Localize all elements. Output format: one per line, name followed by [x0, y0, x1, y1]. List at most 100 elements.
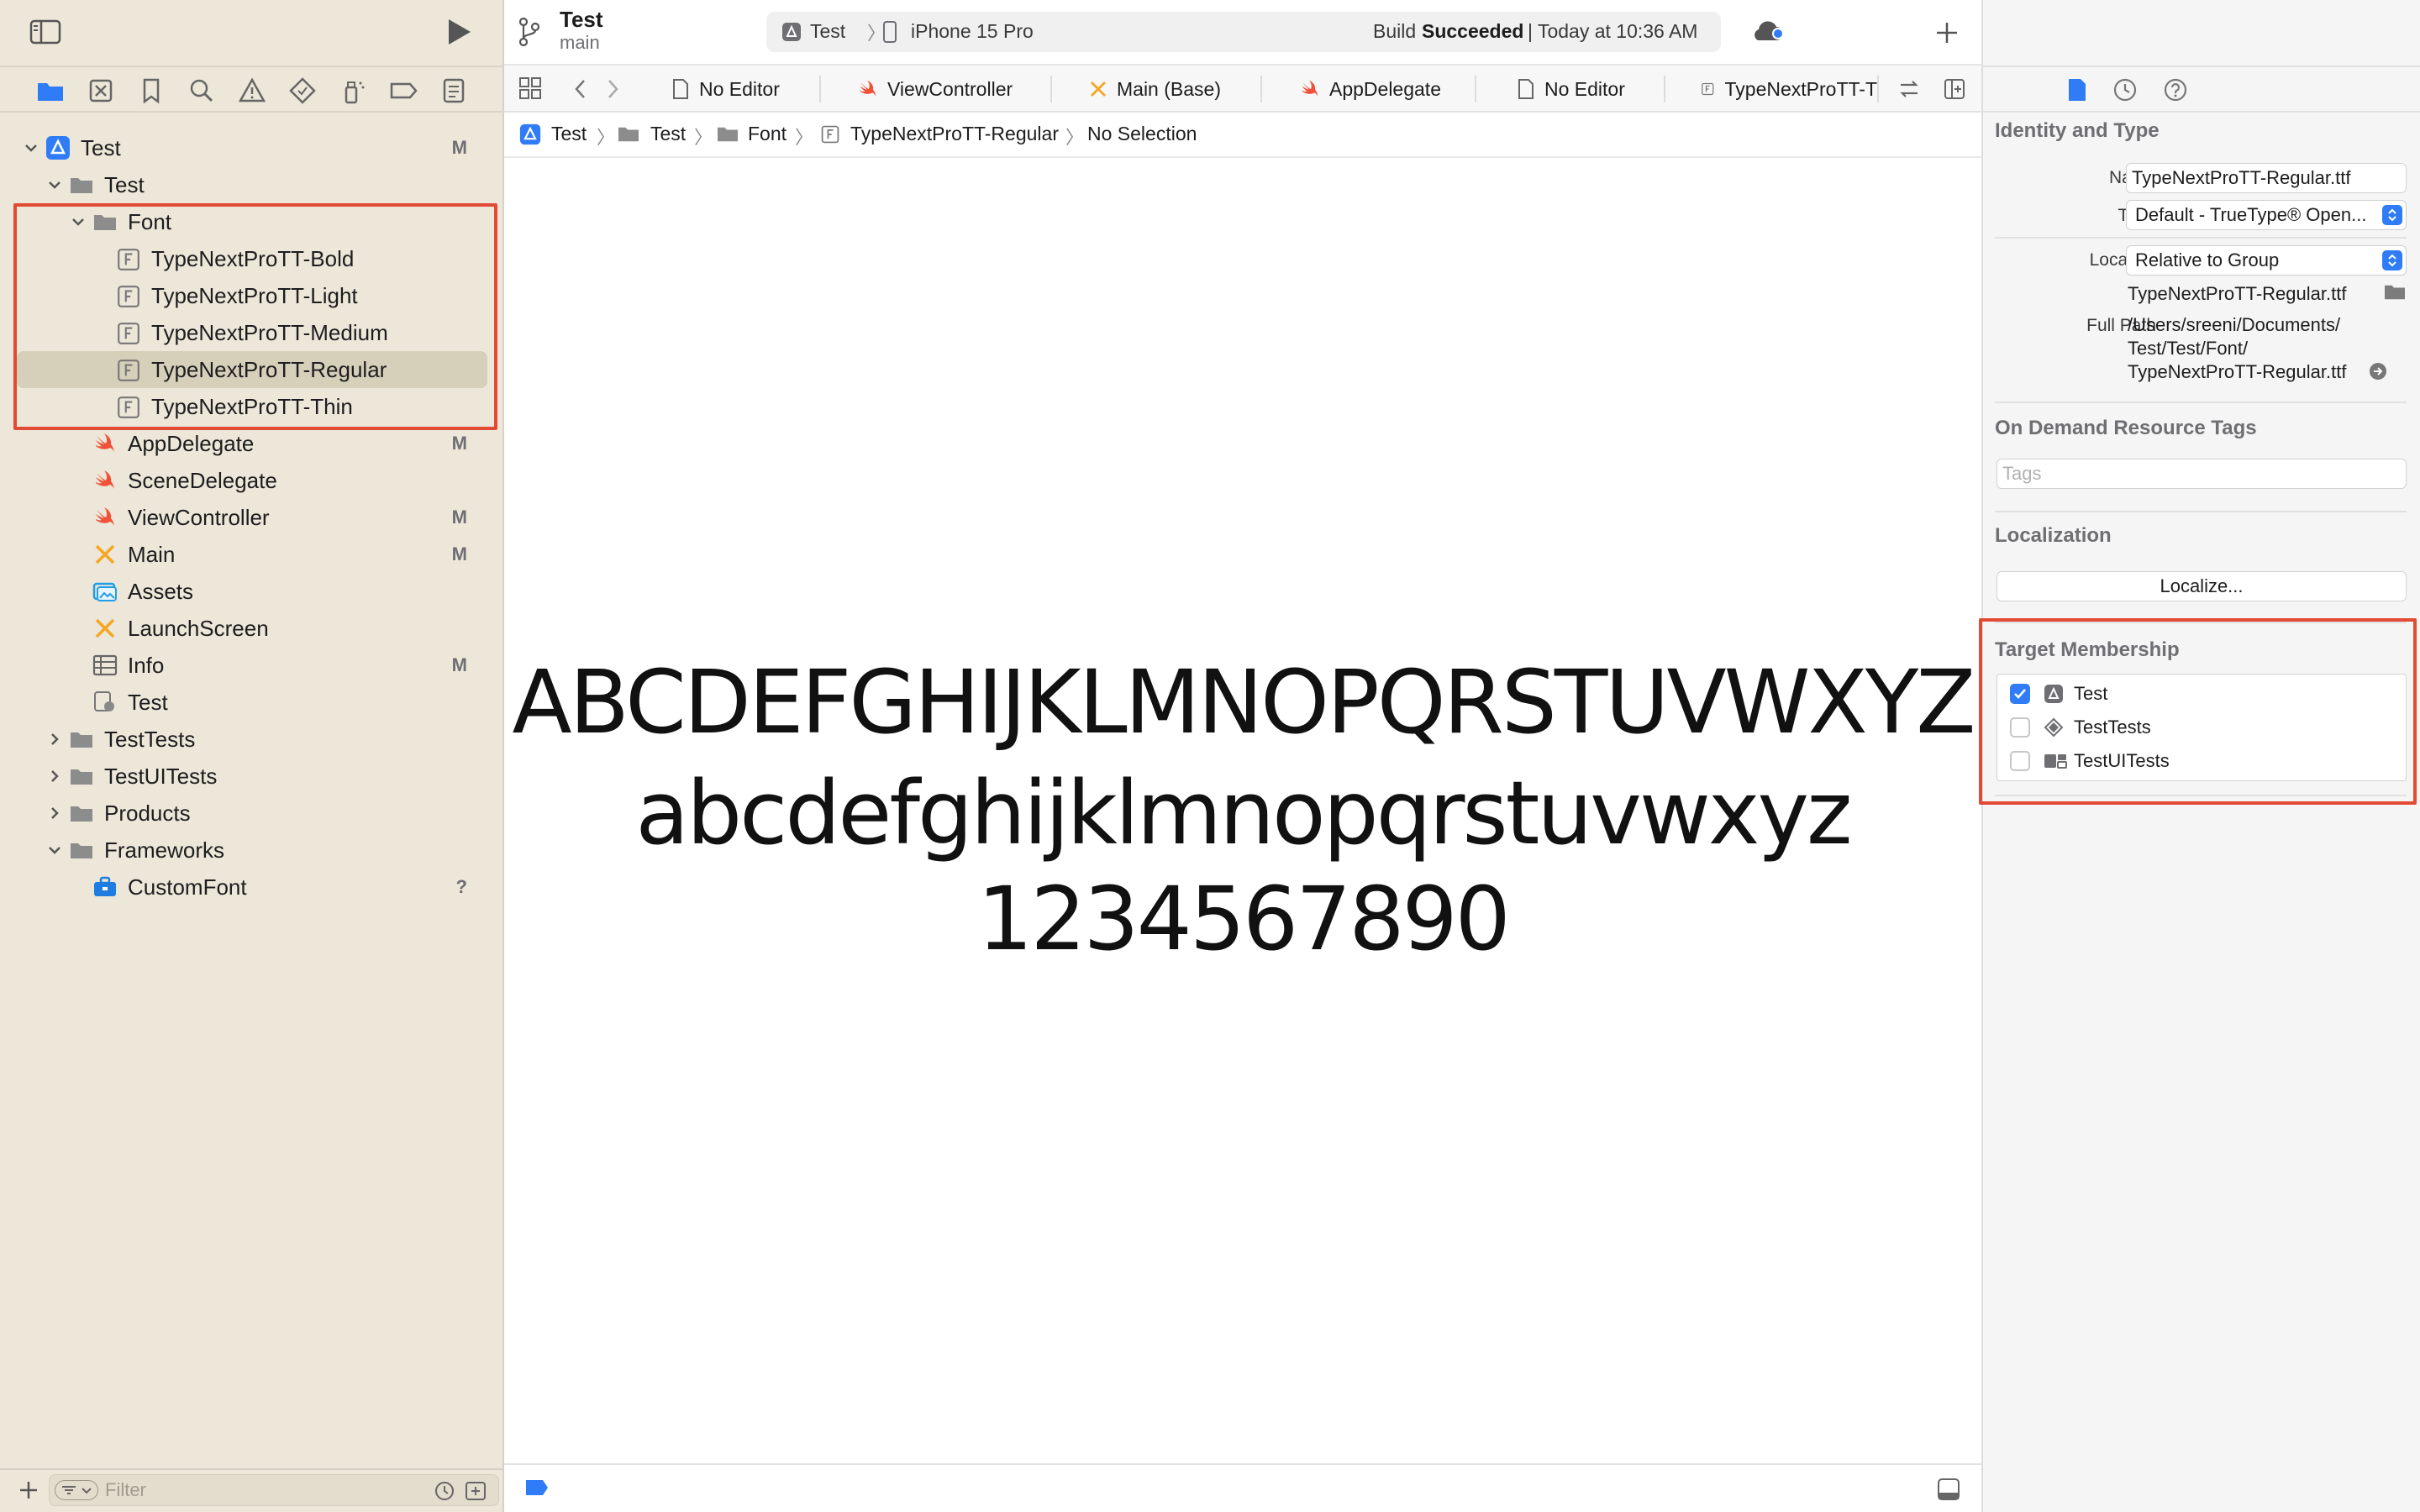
framework-icon	[94, 876, 116, 896]
tree-item-swift-file[interactable]: ViewController M	[13, 499, 491, 536]
run-button[interactable]	[440, 15, 477, 49]
highlight-box	[13, 203, 497, 430]
tab-main-storyboard[interactable]: Main (Base)	[1088, 66, 1256, 113]
tree-item-plist[interactable]: Info M	[13, 647, 491, 684]
debug-spray-icon[interactable]	[338, 76, 368, 106]
tree-item-swift-file[interactable]: SceneDelegate	[13, 462, 491, 499]
chevron-down-icon[interactable]	[45, 176, 64, 194]
tree-item-folder[interactable]: Test	[13, 166, 491, 203]
popup-arrows-icon	[2382, 205, 2402, 225]
tab-label: No Editor	[1544, 77, 1625, 100]
breadcrumb-project[interactable]: Test	[551, 123, 587, 145]
chevron-right-icon[interactable]	[45, 804, 64, 822]
reveal-arrow-icon[interactable]	[2368, 361, 2388, 381]
tree-item-storyboard[interactable]: LaunchScreen	[13, 610, 491, 647]
tab-no-editor-2[interactable]: No Editor	[1518, 66, 1644, 113]
tree-item-project[interactable]: Test M	[13, 129, 491, 166]
tree-item-label: TestTests	[104, 726, 196, 752]
bookmark-icon[interactable]	[136, 76, 166, 106]
tree-item-label: Test	[81, 134, 121, 160]
source-control-badge: M	[451, 433, 467, 454]
device-name[interactable]: iPhone 15 Pro	[911, 20, 1034, 43]
tree-item-folder[interactable]: TestTests	[13, 721, 491, 758]
tree-item-swift-file[interactable]: AppDelegate M	[13, 425, 491, 462]
history-clock-icon[interactable]	[2112, 77, 2138, 102]
tags-field[interactable]: Tags	[1996, 459, 2407, 489]
file-inspector-icon[interactable]	[2065, 77, 2089, 102]
type-popup[interactable]: Default - TrueType® Open...	[2126, 200, 2407, 230]
activity-viewer[interactable]: Test 〉 iPhone 15 Pro Build Succeeded | T…	[766, 12, 1721, 52]
back-chevron-icon[interactable]	[571, 77, 590, 101]
source-control-icon[interactable]	[86, 76, 116, 106]
location-popup[interactable]: Relative to Group	[2126, 245, 2407, 276]
tree-item-label: Products	[104, 800, 191, 826]
tree-item-label: LaunchScreen	[128, 615, 269, 641]
chevron-down-icon[interactable]	[22, 139, 40, 157]
test-diamond-icon[interactable]	[287, 76, 318, 106]
tree-item-folder[interactable]: Frameworks	[13, 832, 491, 869]
issue-warning-icon[interactable]	[237, 76, 267, 106]
project-title: Test	[560, 7, 603, 32]
breadcrumb-file[interactable]: TypeNextProTT-Regular	[850, 123, 1059, 145]
find-icon[interactable]	[187, 76, 217, 106]
breakpoint-icon[interactable]	[388, 76, 418, 106]
source-control-badge: M	[451, 654, 467, 675]
library-add-icon[interactable]	[1933, 18, 1961, 47]
swap-arrows-icon[interactable]	[1897, 77, 1921, 101]
storyboard-icon	[1091, 81, 1106, 97]
grid-icon[interactable]	[518, 76, 543, 101]
font-file-icon	[1702, 82, 1714, 96]
chevron-right-icon[interactable]	[45, 767, 64, 785]
tree-item-assets[interactable]: Assets	[13, 573, 491, 610]
breadcrumb-group[interactable]: Test	[650, 123, 686, 145]
navigator-selector-bar	[0, 66, 504, 113]
font-file-icon	[820, 124, 840, 144]
tab-viewcontroller[interactable]: ViewController	[857, 66, 1042, 113]
help-icon[interactable]	[2163, 77, 2188, 102]
filter-options-icon[interactable]	[55, 1480, 98, 1500]
cloud-status-icon[interactable]	[1749, 17, 1790, 47]
branch-icon	[518, 17, 541, 47]
filter-field[interactable]: Filter	[49, 1474, 499, 1506]
folder-icon	[71, 178, 92, 193]
chevron-down-icon[interactable]	[45, 841, 64, 859]
chevron-right-icon[interactable]	[45, 730, 64, 748]
tab-font-file[interactable]: TypeNextProTT-T	[1701, 66, 1877, 113]
recent-clock-icon[interactable]	[434, 1481, 455, 1501]
breakpoints-toggle-icon[interactable]	[524, 1478, 550, 1497]
sidebar-toggle-icon[interactable]	[29, 15, 62, 49]
localize-button[interactable]: Localize...	[1996, 571, 2407, 601]
name-field[interactable]: TypeNextProTT-Regular.ttf	[2126, 163, 2407, 193]
debug-area-toggle-icon[interactable]	[1936, 1477, 1961, 1502]
tree-item-entitlements[interactable]: Test	[13, 684, 491, 721]
swift-icon	[860, 80, 876, 97]
assets-icon	[92, 582, 117, 601]
font-preview-area: ABCDEFGHIJKLMNOPQRSTUVWXYZ abcdefghijklm…	[504, 158, 1981, 1463]
add-editor-icon[interactable]	[1943, 77, 1966, 101]
tree-item-label: ViewController	[128, 504, 270, 530]
tree-item-label: Main	[128, 541, 176, 567]
tree-item-folder[interactable]: TestUITests	[13, 758, 491, 795]
project-navigator-icon[interactable]	[35, 76, 66, 106]
report-icon[interactable]	[439, 76, 469, 106]
odr-tags-title: On Demand Resource Tags	[1995, 417, 2257, 439]
source-control-badge: M	[451, 507, 467, 528]
breadcrumb-separator: 〉	[795, 127, 814, 148]
tree-item-folder[interactable]: Products	[13, 795, 491, 832]
tree-item-framework[interactable]: CustomFont ?	[13, 869, 491, 906]
forward-chevron-icon[interactable]	[603, 77, 622, 101]
tree-item-label: TestUITests	[104, 763, 218, 789]
tab-no-editor[interactable]: No Editor	[672, 66, 798, 113]
highlight-box	[1979, 618, 2417, 805]
add-icon[interactable]	[17, 1478, 40, 1502]
tab-appdelegate[interactable]: AppDelegate	[1299, 66, 1467, 113]
scheme-name[interactable]: Test	[810, 20, 845, 43]
tree-item-storyboard[interactable]: Main M	[13, 536, 491, 573]
identity-type-title: Identity and Type	[1995, 119, 2160, 142]
breadcrumb-selection[interactable]: No Selection	[1087, 123, 1197, 145]
source-control-filter-icon[interactable]	[465, 1481, 487, 1501]
location-popup-value: Relative to Group	[2135, 249, 2280, 270]
reveal-folder-icon[interactable]	[2383, 282, 2407, 302]
breadcrumb-font-folder[interactable]: Font	[748, 123, 786, 145]
tree-item-label: Info	[128, 652, 165, 678]
